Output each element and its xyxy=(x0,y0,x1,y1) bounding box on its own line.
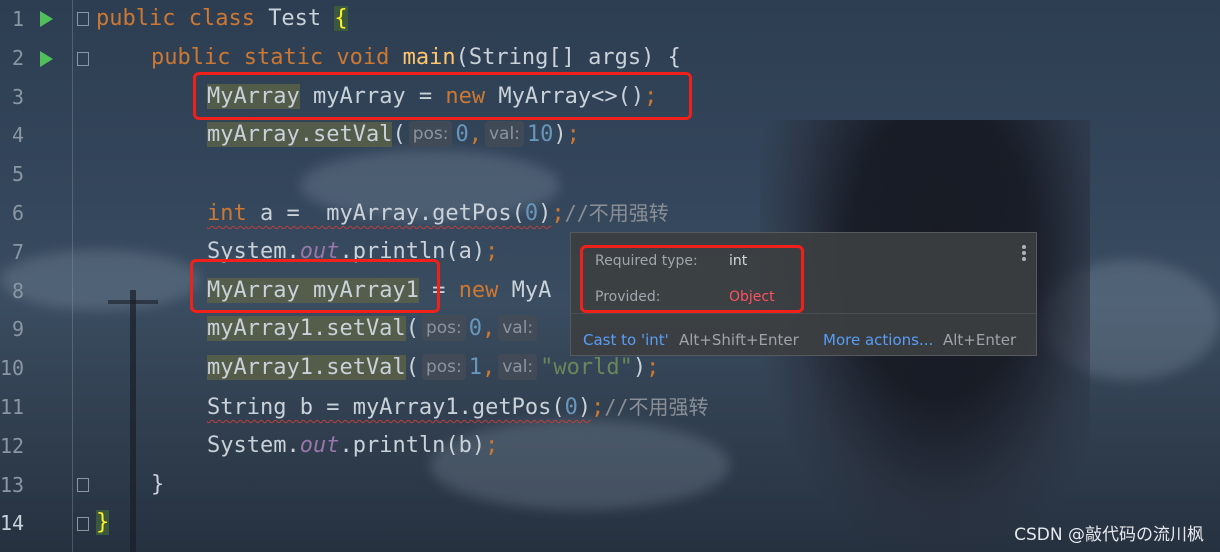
semicolon: ; xyxy=(646,355,660,381)
code-text: ( xyxy=(392,122,406,148)
annotation-box-popup xyxy=(580,245,804,313)
type-mismatch-popup: Required type: int Provided: Object Cast… xyxy=(570,232,1037,356)
more-options-icon[interactable] xyxy=(1022,245,1026,263)
number: 1 xyxy=(468,355,482,381)
code-text: myArray1.setVal xyxy=(207,355,406,381)
code-text: System. xyxy=(207,432,300,458)
line-number: 8 xyxy=(11,278,24,303)
code-line-14: } xyxy=(96,504,110,543)
param-hint: val: xyxy=(498,354,538,381)
comma: , xyxy=(481,316,496,342)
code-line-11: String b = myArray1.getPos(0);//不用强转 xyxy=(207,388,708,427)
comment: //不用强转 xyxy=(604,395,709,419)
semicolon: ; xyxy=(485,432,499,458)
brace: } xyxy=(96,510,110,536)
line-number: 9 xyxy=(11,317,24,342)
background-pole xyxy=(130,290,136,552)
line-number: 6 xyxy=(11,201,24,225)
code-text: myArray.setVal xyxy=(207,122,393,148)
annotation-box-line-8 xyxy=(190,259,440,313)
number: 0 xyxy=(524,201,539,226)
code-line-12: System.out.println(b); xyxy=(207,427,498,466)
semicolon: ; xyxy=(566,122,580,148)
code-line-1: public class Test { xyxy=(96,0,348,39)
param-hint: pos: xyxy=(408,121,453,148)
keyword: int xyxy=(207,201,247,226)
string-literal: "world" xyxy=(540,355,633,381)
number: 10 xyxy=(526,122,554,148)
static-field: out xyxy=(299,432,340,458)
line-number: 1 xyxy=(11,7,24,31)
line-number: 11 xyxy=(0,395,25,419)
run-main-icon[interactable] xyxy=(40,51,53,67)
semicolon: ; xyxy=(551,201,565,226)
number: 0 xyxy=(468,316,482,342)
fold-marker-icon[interactable] xyxy=(77,517,89,531)
code-text: myArray1.setVal xyxy=(207,316,406,342)
more-actions-link[interactable]: More actions... xyxy=(823,331,933,349)
param-hint: val: xyxy=(484,121,524,148)
code-line-9: myArray1.setVal(pos: 0, val: xyxy=(207,310,540,349)
code-text: a = myArray.getPos( xyxy=(246,201,525,226)
code-text: ( xyxy=(405,316,419,342)
line-number: 10 xyxy=(0,356,25,381)
param-hint: pos: xyxy=(421,315,466,342)
number: 0 xyxy=(455,122,469,148)
code-line-4: myArray.setVal(pos: 0, val: 10); xyxy=(207,116,580,155)
method-name: main xyxy=(402,44,456,70)
class-name: Test xyxy=(268,6,335,31)
background-pole-bar xyxy=(108,300,158,304)
more-actions-shortcut: Alt+Enter xyxy=(943,331,1017,349)
comma: , xyxy=(481,355,496,381)
line-number: 4 xyxy=(11,123,24,148)
param-hint: pos: xyxy=(421,354,466,381)
semicolon: ; xyxy=(591,395,605,420)
run-class-icon[interactable] xyxy=(40,11,53,27)
cast-to-int-action[interactable]: Cast to 'int' xyxy=(583,331,669,349)
semicolon: ; xyxy=(485,238,499,264)
comma: , xyxy=(468,122,482,148)
gutter-separator xyxy=(72,0,73,552)
fold-marker-icon[interactable] xyxy=(77,478,89,492)
code-text: .println(b) xyxy=(339,432,486,458)
line-number: 5 xyxy=(11,162,24,187)
number: 0 xyxy=(564,395,578,420)
line-number-current: 14 xyxy=(0,511,25,536)
code-text: ) xyxy=(553,122,567,148)
line-number: 2 xyxy=(11,45,24,70)
code-line-13: } xyxy=(151,466,164,505)
popup-divider xyxy=(571,313,1036,314)
code-text: (String[] args) { xyxy=(455,44,681,70)
code-text: ) xyxy=(577,395,592,420)
keyword: new xyxy=(458,277,499,303)
code-text: ) xyxy=(632,355,647,381)
code-text: ( xyxy=(405,355,419,381)
cast-to-int-shortcut: Alt+Shift+Enter xyxy=(679,331,799,349)
code-text: String b = myArray1.getPos( xyxy=(207,395,565,420)
code-text: ) xyxy=(538,201,552,226)
keyword: public class xyxy=(96,6,269,31)
annotation-box-line-3 xyxy=(193,72,692,120)
brace: { xyxy=(334,6,348,31)
line-number: 3 xyxy=(11,84,24,109)
brace: } xyxy=(151,471,165,497)
param-hint: val: xyxy=(498,315,538,342)
keyword: public static void xyxy=(151,44,403,70)
editor-gutter: 1 2 3 4 5 6 7 8 9 10 11 12 13 14 xyxy=(0,0,90,552)
code-text: MyA xyxy=(498,277,552,303)
code-line-6: int a = myArray.getPos(0);//不用强转 xyxy=(207,194,669,233)
watermark: CSDN @敲代码の流川枫 xyxy=(1014,525,1204,545)
line-number: 7 xyxy=(11,239,24,264)
comment: //不用强转 xyxy=(564,201,669,225)
fold-marker-icon[interactable] xyxy=(77,12,89,26)
line-number: 13 xyxy=(0,472,25,497)
fold-marker-icon[interactable] xyxy=(77,52,89,66)
line-number: 12 xyxy=(0,433,25,458)
